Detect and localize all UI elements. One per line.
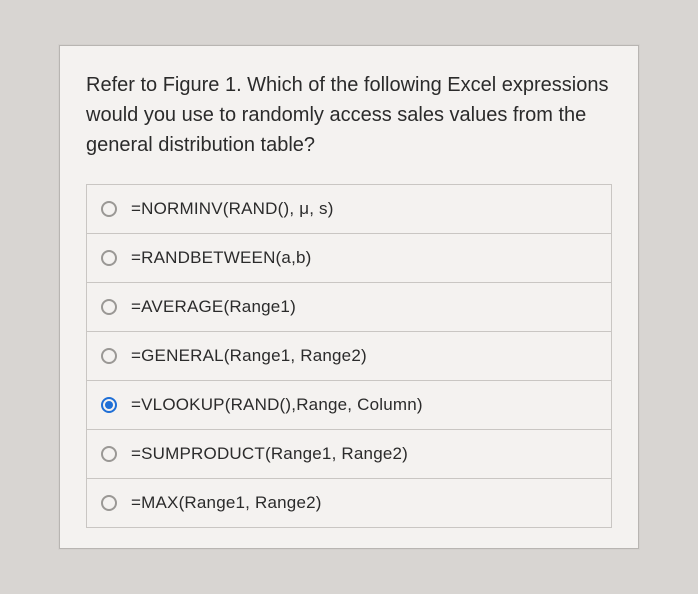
options-group: =NORMINV(RAND(), μ, s) =RANDBETWEEN(a,b)… bbox=[86, 184, 612, 528]
option-label: =SUMPRODUCT(Range1, Range2) bbox=[131, 444, 408, 464]
option-row[interactable]: =MAX(Range1, Range2) bbox=[87, 479, 611, 528]
radio-unchecked-icon bbox=[101, 348, 117, 364]
radio-unchecked-icon bbox=[101, 446, 117, 462]
option-row[interactable]: =SUMPRODUCT(Range1, Range2) bbox=[87, 430, 611, 479]
radio-unchecked-icon bbox=[101, 299, 117, 315]
option-row[interactable]: =RANDBETWEEN(a,b) bbox=[87, 234, 611, 283]
radio-unchecked-icon bbox=[101, 201, 117, 217]
option-label: =MAX(Range1, Range2) bbox=[131, 493, 322, 513]
option-label: =NORMINV(RAND(), μ, s) bbox=[131, 199, 334, 219]
option-label: =RANDBETWEEN(a,b) bbox=[131, 248, 312, 268]
option-row[interactable]: =GENERAL(Range1, Range2) bbox=[87, 332, 611, 381]
option-label: =AVERAGE(Range1) bbox=[131, 297, 296, 317]
radio-unchecked-icon bbox=[101, 495, 117, 511]
option-row[interactable]: =NORMINV(RAND(), μ, s) bbox=[87, 185, 611, 234]
radio-checked-icon bbox=[101, 397, 117, 413]
question-card: Refer to Figure 1. Which of the followin… bbox=[59, 45, 639, 549]
radio-unchecked-icon bbox=[101, 250, 117, 266]
option-label: =GENERAL(Range1, Range2) bbox=[131, 346, 367, 366]
question-text: Refer to Figure 1. Which of the followin… bbox=[86, 70, 612, 160]
option-label: =VLOOKUP(RAND(),Range, Column) bbox=[131, 395, 423, 415]
option-row[interactable]: =VLOOKUP(RAND(),Range, Column) bbox=[87, 381, 611, 430]
option-row[interactable]: =AVERAGE(Range1) bbox=[87, 283, 611, 332]
